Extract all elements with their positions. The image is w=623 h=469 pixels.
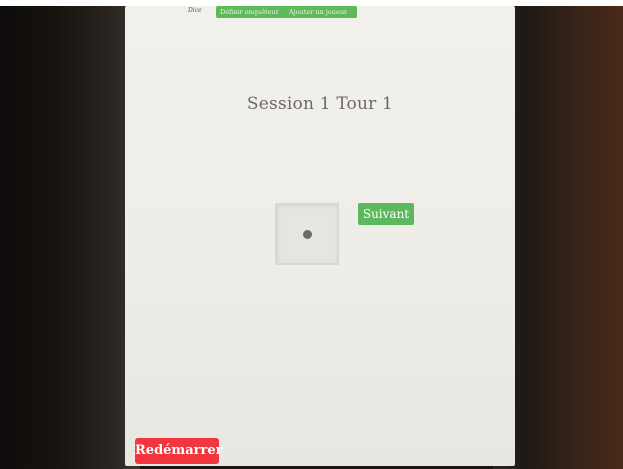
top-toolbar: Dice Définir enquêteur Ajouter un joueur [125,6,515,22]
define-investigator-button[interactable]: Définir enquêteur [216,6,288,18]
next-button[interactable]: Suivant [358,203,414,225]
device-frame-left [0,0,140,469]
die-face[interactable] [275,203,339,265]
add-player-button[interactable]: Ajouter un joueur [285,6,357,18]
session-turn-title: Session 1 Tour 1 [246,94,394,114]
dice-label: Dice [188,7,202,14]
app-screen: Dice Définir enquêteur Ajouter un joueur… [125,6,515,466]
restart-button[interactable]: Redémarrer [135,438,222,464]
die-pip [303,230,312,239]
